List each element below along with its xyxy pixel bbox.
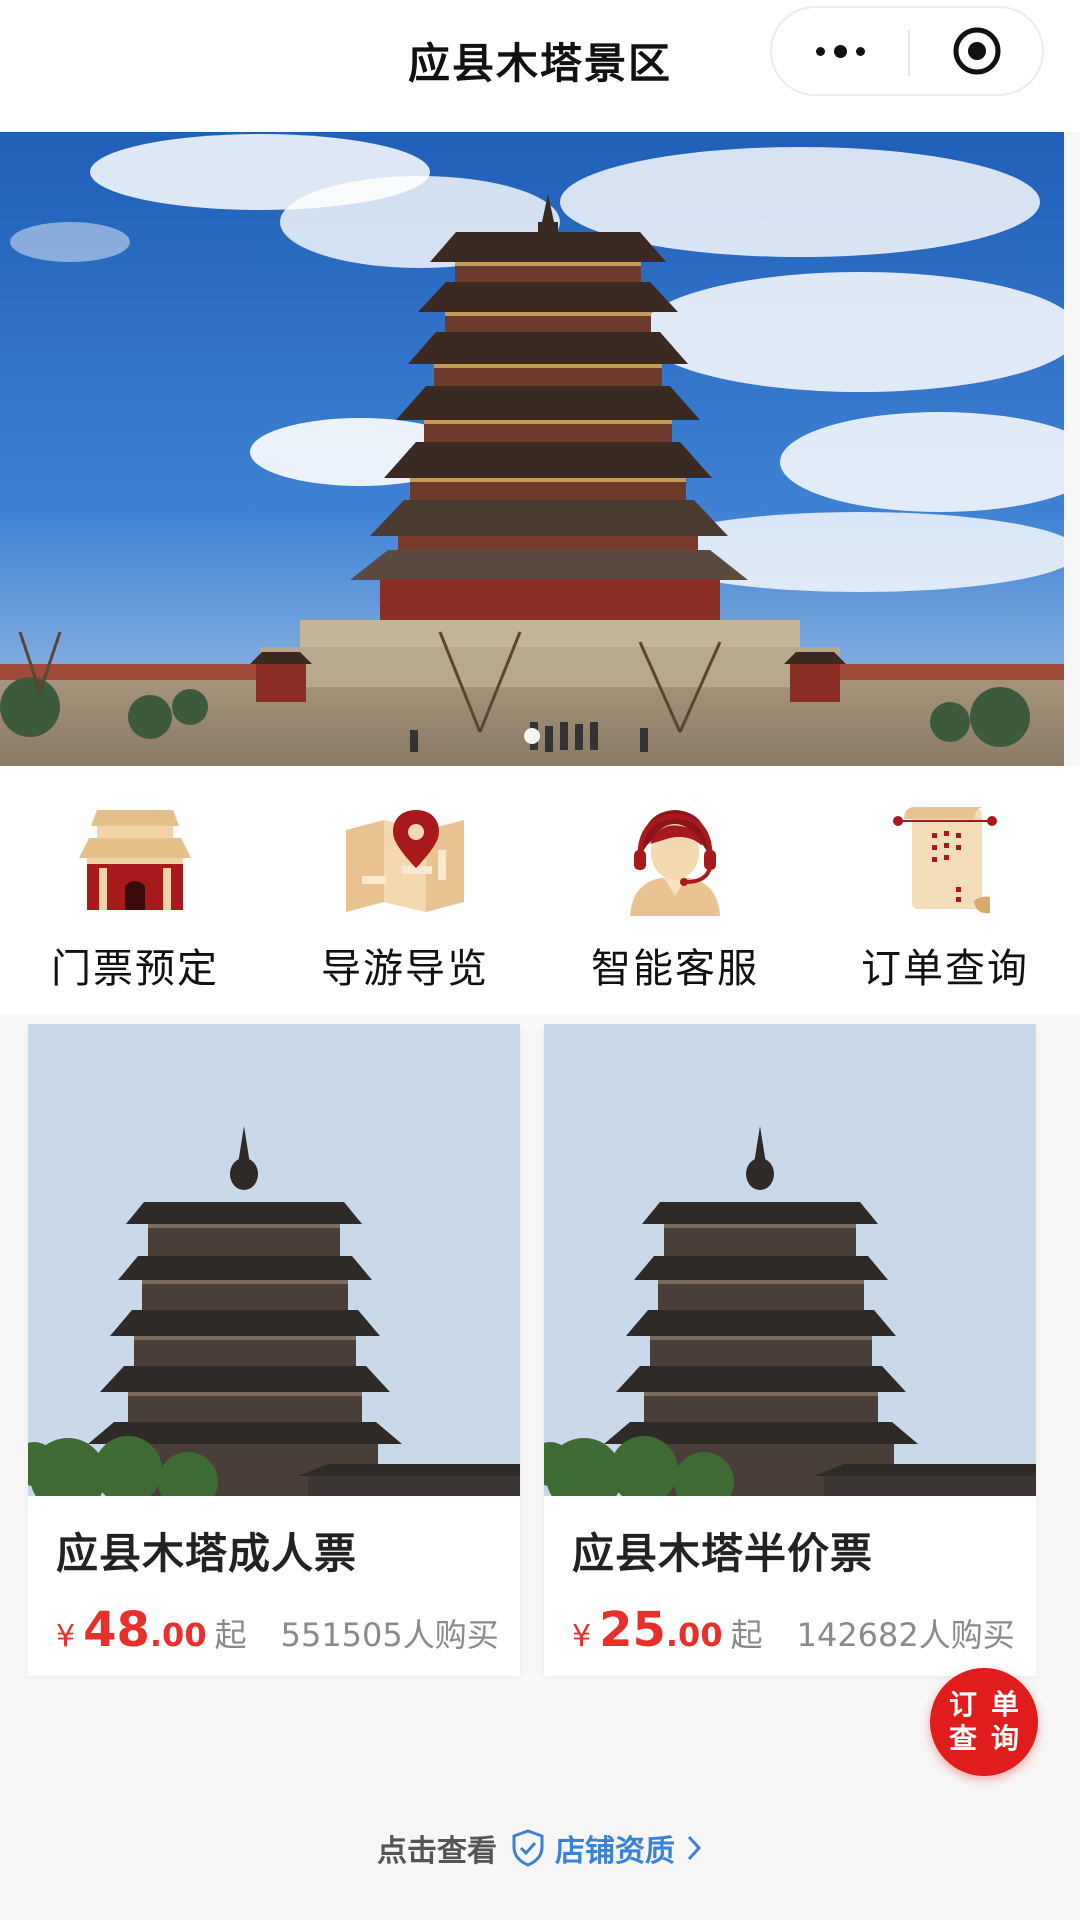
price-integer: 25: [599, 1602, 666, 1658]
product-title: 应县木塔半价票: [572, 1529, 874, 1578]
product-title: 应县木塔成人票: [56, 1529, 358, 1578]
wooden-pagoda-photo: [0, 132, 1064, 766]
footer: 点击查看 店铺资质: [0, 1820, 1080, 1876]
price-decimal: .00: [665, 1616, 723, 1654]
shield-check-icon: [512, 1829, 544, 1867]
footer-prefix: 点击查看: [377, 1834, 497, 1869]
scroll-icon: [893, 806, 997, 914]
fab-line-1: 订单: [948, 1688, 1033, 1721]
nav-bar: 应县木塔景区: [0, 0, 1080, 132]
price-row: ¥ 48 .00 起 551505人购买: [56, 1602, 499, 1658]
product-card-adult[interactable]: 应县木塔成人票 ¥ 48 .00 起 551505人购买: [28, 1024, 520, 1676]
nav-ticket-booking[interactable]: 门票预定: [0, 766, 270, 1014]
map-pin-icon: [346, 810, 464, 912]
currency-symbol: ¥: [56, 1619, 76, 1654]
product-card-half-price[interactable]: 应县木塔半价票 ¥ 25 .00 起 142682人购买: [544, 1024, 1036, 1676]
buyer-count: 551505人购买: [280, 1616, 499, 1654]
more-button[interactable]: [772, 8, 908, 94]
footer-link-text: 店铺资质: [555, 1834, 675, 1869]
miniprogram-capsule: [770, 6, 1044, 96]
price-integer: 48: [83, 1602, 150, 1658]
close-button[interactable]: [910, 8, 1044, 94]
currency-symbol: ¥: [572, 1619, 592, 1654]
target-circle-icon: [953, 27, 1001, 75]
carousel-dot-active[interactable]: [524, 728, 540, 744]
pagoda-photo: [28, 1024, 520, 1496]
nav-guide-tour[interactable]: 导游导览: [270, 766, 540, 1014]
buyer-count: 142682人购买: [796, 1616, 1015, 1654]
price-row: ¥ 25 .00 起 142682人购买: [572, 1602, 1015, 1658]
order-query-fab[interactable]: 订单 查询: [930, 1668, 1038, 1776]
temple-gate-icon: [79, 810, 191, 910]
chevron-right-icon: [687, 1835, 702, 1861]
nav-order-query[interactable]: 订单查询: [810, 766, 1080, 1014]
nav-label-order: 订单查询: [861, 946, 1029, 992]
carousel-indicator: [0, 728, 1064, 744]
price-decimal: .00: [149, 1616, 207, 1654]
price-suffix: 起: [214, 1616, 247, 1654]
nav-label-ticket: 门票预定: [51, 946, 219, 992]
store-qualification-link[interactable]: 店铺资质: [511, 1826, 703, 1870]
nav-label-service: 智能客服: [591, 946, 759, 992]
customer-service-icon: [630, 810, 720, 916]
more-dots-icon: [815, 44, 865, 58]
price-suffix: 起: [730, 1616, 763, 1654]
quick-nav: 门票预定 导游导览 智能客服 订单查询: [0, 766, 1080, 1014]
banner-carousel[interactable]: [0, 132, 1064, 766]
nav-label-guide: 导游导览: [321, 946, 489, 992]
fab-line-2: 查询: [948, 1722, 1033, 1755]
pagoda-photo: [544, 1024, 1036, 1496]
nav-customer-service[interactable]: 智能客服: [540, 766, 810, 1014]
